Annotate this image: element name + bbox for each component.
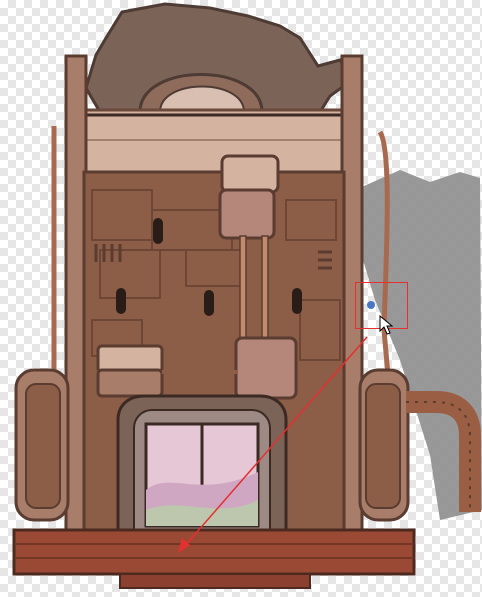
arrow-cursor-icon [379, 314, 394, 335]
drag-arrow [178, 301, 394, 553]
anchor-point [367, 301, 375, 309]
